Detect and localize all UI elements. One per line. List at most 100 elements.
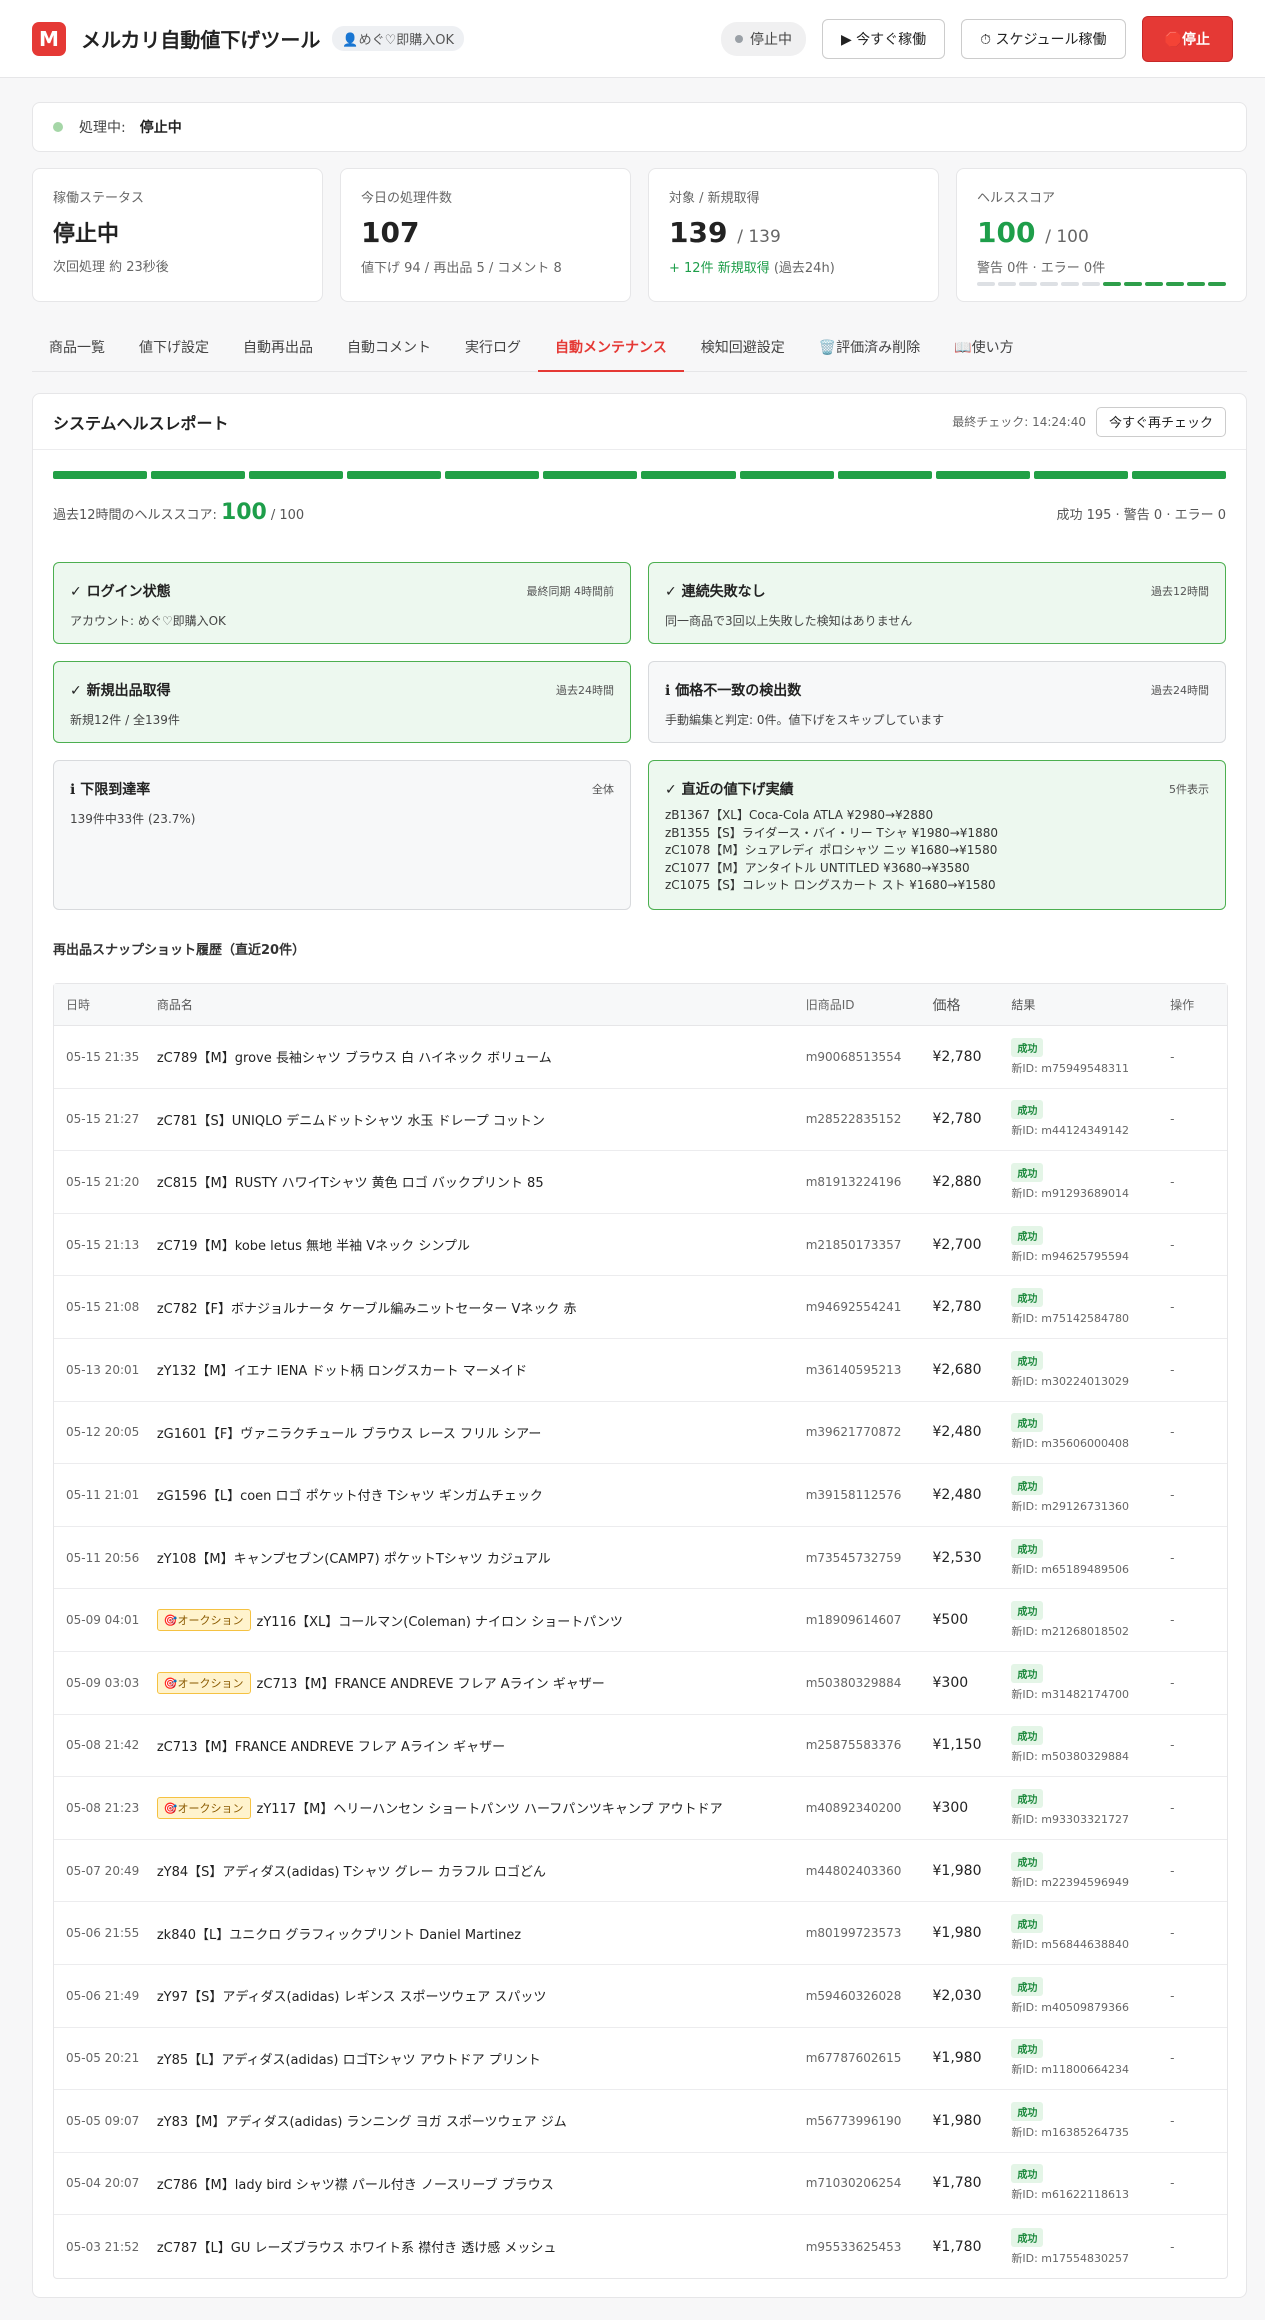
- table-row: 05-11 20:56 zY108【M】キャンプセブン(CAMP7) ポケットTシ…: [54, 1527, 1227, 1590]
- stat-card-health: ヘルススコア 100 / 100 警告 0件 · エラー 0件: [956, 168, 1247, 302]
- col-price: 価格: [932, 997, 961, 1014]
- new-id-value: m40509879366: [1041, 2000, 1129, 2014]
- cell-price: ¥1,150: [932, 1737, 982, 1754]
- cell-op: -: [1170, 1237, 1175, 1252]
- new-id-prefix: 新ID:: [1011, 1124, 1042, 1138]
- new-id-value: m16385264735: [1041, 2125, 1129, 2139]
- cell-name: zY108【M】キャンプセブン(CAMP7) ポケットTシャツ カジュアル: [157, 1548, 806, 1567]
- health-cards: ✓ ログイン状態 最終同期 4時間前 アカウント: めぐ♡即購入OK ✓ 連続失…: [53, 562, 1228, 910]
- health-segment: [837, 471, 932, 479]
- card-title: ✓ 直近の値下げ実績: [665, 782, 794, 798]
- stat-value: 139 / 139: [669, 216, 918, 249]
- cell-op: -: [1170, 1550, 1175, 1565]
- tab-0[interactable]: 商品一覧: [32, 326, 122, 372]
- new-id-value: m31482174700: [1041, 1687, 1129, 1701]
- cell-price: ¥1,980: [932, 1925, 982, 1942]
- new-id: 新ID: m29126731360: [1011, 1498, 1170, 1514]
- cell-old-id: m39621770872: [805, 1425, 902, 1440]
- col-old-id: 旧商品ID: [805, 998, 855, 1012]
- new-id-value: m75142584780: [1041, 1312, 1129, 1326]
- card-body: 同一商品で3回以上失敗した検知はありません: [665, 614, 913, 628]
- new-id-value: m75949548311: [1041, 1061, 1129, 1075]
- new-id: 新ID: m50380329884: [1011, 1748, 1170, 1764]
- new-id: 新ID: m94625795594: [1011, 1248, 1170, 1264]
- cell-result: 成功 新ID: m21268018502: [1011, 1601, 1170, 1639]
- success-badge: 成功: [1011, 1225, 1044, 1245]
- tab-7[interactable]: 🗑️評価済み削除: [802, 326, 937, 372]
- product-name: zC713【M】FRANCE ANDREVE フレア Aライン ギャザー: [256, 1677, 605, 1693]
- success-badge: 成功: [1011, 2039, 1044, 2059]
- cell-old-id: m36140595213: [805, 1362, 902, 1377]
- cell-result: 成功 新ID: m17554830257: [1011, 2227, 1170, 2266]
- success-badge: 成功: [1011, 1162, 1044, 1182]
- stop-button[interactable]: 🛑停止: [1141, 15, 1233, 62]
- new-id-prefix: 新ID:: [1011, 1374, 1042, 1388]
- success-badge: 成功: [1011, 1601, 1044, 1621]
- cell-old-id: m50380329884: [805, 1675, 902, 1690]
- cell-old-id: m94692554241: [805, 1300, 902, 1315]
- success-badge: 成功: [1011, 1914, 1044, 1934]
- stat-card-status: 稼働ステータス 停止中 次回処理 約 23秒後: [32, 168, 323, 302]
- cell-name: zC815【M】RUSTY ハワイTシャツ 黄色 ロゴ バックプリント 85: [157, 1172, 806, 1191]
- card-title: ✓ 新規出品取得: [70, 683, 171, 699]
- schedule-run-button[interactable]: ⏱ スケジュール稼働: [961, 18, 1126, 59]
- cell-price: ¥2,780: [932, 1048, 982, 1065]
- new-id: 新ID: m44124349142: [1011, 1122, 1170, 1138]
- health-segment: [641, 471, 736, 479]
- cell-name: zC789【M】grove 長袖シャツ ブラウス 白 ハイネック ボリューム: [157, 1047, 806, 1066]
- tab-3[interactable]: 自動コメント: [330, 326, 448, 372]
- new-id: 新ID: m91293689014: [1011, 1185, 1170, 1201]
- tab-4[interactable]: 実行ログ: [448, 326, 538, 372]
- cell-date: 05-08 21:42: [66, 1738, 140, 1753]
- stat-label: 今日の処理件数: [361, 191, 453, 206]
- tab-1[interactable]: 値下げ設定: [122, 326, 226, 372]
- health-segment: [935, 471, 1030, 479]
- health-mini-segment: [1166, 282, 1184, 286]
- new-id-value: m21268018502: [1041, 1625, 1129, 1639]
- stat-cards: 稼働ステータス 停止中 次回処理 約 23秒後 今日の処理件数 107 値下げ …: [32, 168, 1247, 302]
- card-body: 新規12件 / 全139件: [70, 713, 180, 727]
- tab-5[interactable]: 自動メンテナンス: [538, 326, 684, 372]
- health-segment: [151, 471, 246, 479]
- app-title: メルカリ自動値下げツール: [81, 28, 321, 52]
- col-result: 結果: [1011, 998, 1036, 1012]
- new-id: 新ID: m75142584780: [1011, 1310, 1170, 1326]
- health-mini-segment: [1019, 282, 1037, 286]
- status-dot-icon: [734, 34, 743, 43]
- stat-card-today: 今日の処理件数 107 値下げ 94 / 再出品 5 / コメント 8: [340, 168, 631, 302]
- recent-drop-item: zB1355【S】ライダース・バイ・リー Tシャ ¥1980→¥1880: [665, 825, 998, 840]
- health-mini-bar: [977, 282, 1226, 286]
- new-id: 新ID: m65189489506: [1011, 1561, 1170, 1577]
- success-badge: 成功: [1011, 1851, 1044, 1871]
- cell-price: ¥1,980: [932, 1862, 982, 1879]
- product-name: zC719【M】kobe letus 無地 半袖 Vネック シンプル: [156, 1239, 470, 1255]
- cell-result: 成功 新ID: m56844638840: [1011, 1914, 1170, 1952]
- run-now-button[interactable]: ▶ 今すぐ稼働: [821, 18, 946, 59]
- health-segment: [1131, 471, 1226, 479]
- snapshot-title: 再出品スナップショット履歴（直近20件）: [53, 943, 306, 958]
- cell-date: 05-11 21:01: [66, 1487, 140, 1502]
- success-badge: 成功: [1011, 1788, 1044, 1808]
- tab-6[interactable]: 検知回避設定: [684, 326, 802, 372]
- product-name: zY85【L】アディダス(adidas) ロゴTシャツ アウトドア プリント: [156, 2052, 541, 2068]
- card-floor-rate: ℹ 下限到達率 全体 139件中33件 (23.7%): [53, 760, 631, 910]
- recheck-button[interactable]: 今すぐ再チェック: [1095, 406, 1226, 437]
- new-id: 新ID: m16385264735: [1011, 2124, 1170, 2140]
- table-header: 日時 商品名 旧商品ID 価格 結果 操作: [54, 984, 1227, 1026]
- cell-op: -: [1170, 2176, 1175, 2191]
- tab-2[interactable]: 自動再出品: [226, 326, 330, 372]
- card-meta: 過去24時間: [556, 684, 614, 697]
- success-badge: 成功: [1011, 2101, 1044, 2121]
- table-row: 05-03 21:52 zC787【L】GU レーズブラウス ホワイト系 襟付き …: [54, 2215, 1227, 2278]
- new-id-prefix: 新ID:: [1011, 1687, 1042, 1701]
- card-meta: 過去24時間: [1151, 684, 1209, 697]
- product-name: zY108【M】キャンプセブン(CAMP7) ポケットTシャツ カジュアル: [156, 1552, 551, 1568]
- stat-value-total: / 139: [737, 227, 781, 247]
- app-header: M メルカリ自動値下げツール 👤めぐ♡即購入OK 停止中 ▶ 今すぐ稼働 ⏱ ス…: [0, 0, 1265, 78]
- cell-old-id: m18909614607: [805, 1613, 902, 1628]
- tab-8[interactable]: 📖使い方: [937, 326, 1030, 372]
- new-id-prefix: 新ID:: [1011, 1562, 1042, 1576]
- health-segment: [249, 471, 344, 479]
- health-mini-segment: [1061, 282, 1079, 286]
- health-mini-segment: [1187, 282, 1205, 286]
